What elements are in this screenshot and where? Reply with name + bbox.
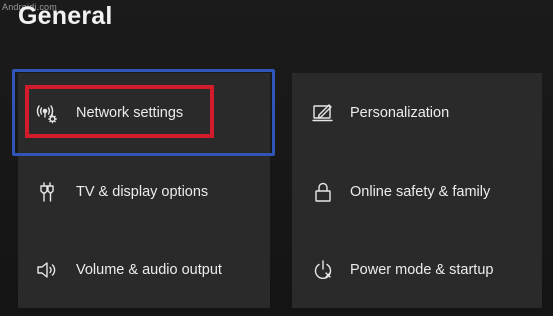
settings-screen: Androidi.com General Network settings Pe… [0, 0, 553, 316]
annotation-highlight-box [25, 85, 214, 138]
tile-label: TV & display options [76, 184, 209, 200]
tile-tv-display-options[interactable]: TV & display options [18, 153, 270, 231]
tile-personalization[interactable]: Personalization [292, 73, 542, 153]
tile-volume-audio-output[interactable]: Volume & audio output [18, 231, 270, 308]
tile-label: Power mode & startup [350, 261, 494, 278]
page-title: General [18, 2, 113, 30]
tile-label: Online safety & family [350, 184, 491, 200]
tile-label: Personalization [350, 105, 450, 121]
pen-monitor-icon [310, 100, 336, 126]
tile-label: Volume & audio output [76, 261, 222, 278]
tile-online-safety-family[interactable]: Online safety & family [292, 153, 542, 231]
power-icon [310, 257, 336, 283]
speaker-icon [34, 257, 60, 283]
tile-power-mode-startup[interactable]: Power mode & startup [292, 231, 542, 308]
hdmi-connector-icon [34, 179, 60, 205]
lock-icon [310, 179, 336, 205]
